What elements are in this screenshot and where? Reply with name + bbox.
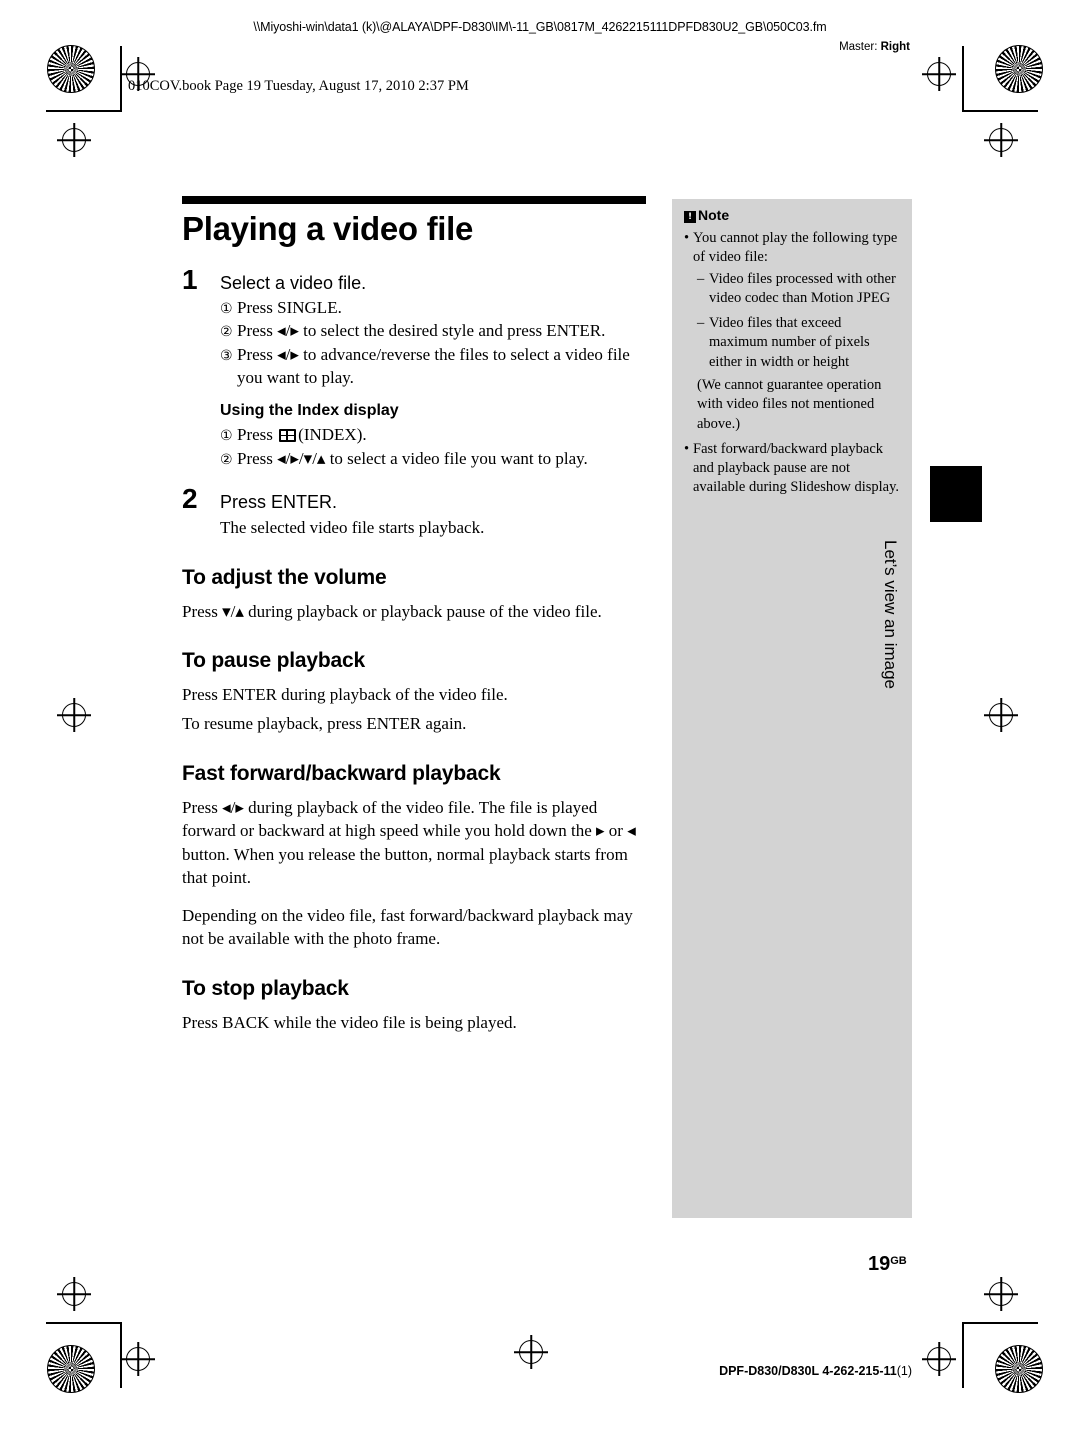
step-2-number: 2 <box>182 483 198 515</box>
note-paragraph: (We cannot guarantee operation with vide… <box>697 376 882 432</box>
substep-text: Press SINGLE. <box>237 297 342 317</box>
substep-marker: ① <box>220 300 233 317</box>
dash-icon: – <box>697 315 705 332</box>
page-number-value: 19 <box>868 1253 891 1275</box>
chapter-tab-marker <box>930 466 982 522</box>
master-indicator: Master: Right <box>839 41 910 53</box>
note-subitem-text: Video files processed with other video c… <box>709 270 896 306</box>
substep-text-pre: Press <box>237 425 278 445</box>
section-text: Press BACK while the video file is being… <box>182 1012 517 1032</box>
registration-circle-bottom-right <box>995 1345 1043 1393</box>
registration-target-center-left <box>62 703 86 727</box>
bullet-icon: • <box>684 230 690 246</box>
substep-text: Press ◂/▸ to select the desired style an… <box>237 321 606 341</box>
master-label: Master: <box>839 41 878 53</box>
registration-target-bottom-left <box>126 1347 150 1371</box>
step-1-substeps: ① Press SINGLE. ② Press ◂/▸ to select th… <box>220 297 652 391</box>
section-text: Press ◂/▸ during playback of the video f… <box>182 797 636 888</box>
note-box: ! Note • You cannot play the following ty… <box>672 199 912 1218</box>
step-2: 2 Press ENTER. <box>182 485 652 514</box>
section-text: Press ▾/▴ during playback or playback pa… <box>182 601 602 621</box>
substep-marker: ② <box>220 324 233 341</box>
section-text: To resume playback, press ENTER again. <box>182 714 467 734</box>
page-title: Playing a video file <box>182 210 474 247</box>
note-item: • You cannot play the following type of … <box>684 229 900 268</box>
page-number-suffix: GB <box>890 1255 907 1267</box>
substep-marker: ① <box>220 428 233 445</box>
substep-text-post: (INDEX). <box>298 425 367 445</box>
title-rule <box>182 196 646 204</box>
substep: ② Press ◂/▸ to select the desired style … <box>220 320 652 343</box>
chapter-tab-label: Let’s view an image <box>881 540 900 689</box>
section-heading-adjust-volume: To adjust the volume <box>182 565 387 589</box>
note-subitem-text: Video files that exceed maximum number o… <box>709 315 870 370</box>
substep: ③ Press ◂/▸ to advance/reverse the files… <box>220 344 652 390</box>
section-text: Depending on the video file, fast forwar… <box>182 905 633 949</box>
step-2-body: The selected video file starts playback. <box>220 517 485 537</box>
note-item-text: You cannot play the following type of vi… <box>693 230 898 266</box>
registration-target-low-left <box>62 1282 86 1306</box>
registration-circle-top-right <box>995 45 1043 93</box>
dash-icon: – <box>697 270 705 287</box>
note-item: • Fast forward/backward playback and pla… <box>684 440 900 498</box>
footer-model-bold: DPF-D830/D830L 4-262-215-11 <box>719 1364 897 1378</box>
section-heading-pause-playback: To pause playback <box>182 649 365 673</box>
note-subitem: – Video files that exceed maximum number… <box>697 314 900 372</box>
note-heading: ! Note <box>684 207 912 223</box>
registration-target-low-right <box>989 1282 1013 1306</box>
section-text: Press ENTER during playback of the video… <box>182 685 508 705</box>
substep-text: Press (INDEX). <box>237 424 652 447</box>
registration-target-mid-left <box>62 128 86 152</box>
substep: ① Press (INDEX). <box>220 424 652 447</box>
registration-target-bottom-center <box>519 1340 543 1364</box>
substep-marker: ③ <box>220 348 233 365</box>
main-content: Playing a video file 1 Select a video fi… <box>182 196 652 1040</box>
note-list: • You cannot play the following type of … <box>684 229 900 498</box>
book-timestamp-line: 010COV.book Page 19 Tuesday, August 17, … <box>128 78 469 94</box>
step-1: 1 Select a video file. <box>182 266 652 295</box>
footer-model-code: DPF-D830/D830L 4-262-215-11(1) <box>719 1364 912 1378</box>
note-item-text: Fast forward/backward playback and playb… <box>693 440 900 496</box>
substep-text: Press ◂/▸/▾/▴ to select a video file you… <box>237 449 588 469</box>
note-marker-icon: ! <box>684 211 696 223</box>
substep: ① Press SINGLE. <box>220 297 652 320</box>
step-2-heading: Press ENTER. <box>220 492 338 513</box>
index-display-heading: Using the Index display <box>220 402 399 420</box>
note-subitem: – Video files processed with other video… <box>697 270 900 309</box>
document-path: \\Miyoshi-win\data1 (k)\@ALAYA\DPF-D830\… <box>253 20 827 34</box>
note-heading-label: Note <box>698 207 730 223</box>
substep: ② Press ◂/▸/▾/▴ to select a video file y… <box>220 448 652 471</box>
page-number: 19GB <box>868 1253 907 1276</box>
section-heading-stop-playback: To stop playback <box>182 976 349 1000</box>
registration-circle-top-left <box>47 45 95 93</box>
registration-target-center-right <box>989 703 1013 727</box>
step-1-number: 1 <box>182 264 198 295</box>
index-icon <box>279 429 297 443</box>
step-1-heading: Select a video file. <box>220 273 367 293</box>
substep-text: Press ◂/▸ to advance/reverse the files t… <box>237 345 630 388</box>
registration-circle-bottom-left <box>47 1345 95 1393</box>
registration-target-mid-right <box>989 128 1013 152</box>
bullet-icon: • <box>684 440 690 457</box>
substep-marker: ② <box>220 452 233 469</box>
master-value: Right <box>880 41 910 53</box>
footer-model-thin: (1) <box>896 1364 912 1378</box>
section-heading-fast-forward-backward: Fast forward/backward playback <box>182 761 501 785</box>
registration-target-top-right <box>927 62 951 86</box>
registration-target-bottom-right <box>927 1347 951 1371</box>
index-display-substeps: ① Press (INDEX). ② Press ◂/▸/▾/▴ to sele… <box>220 424 652 471</box>
